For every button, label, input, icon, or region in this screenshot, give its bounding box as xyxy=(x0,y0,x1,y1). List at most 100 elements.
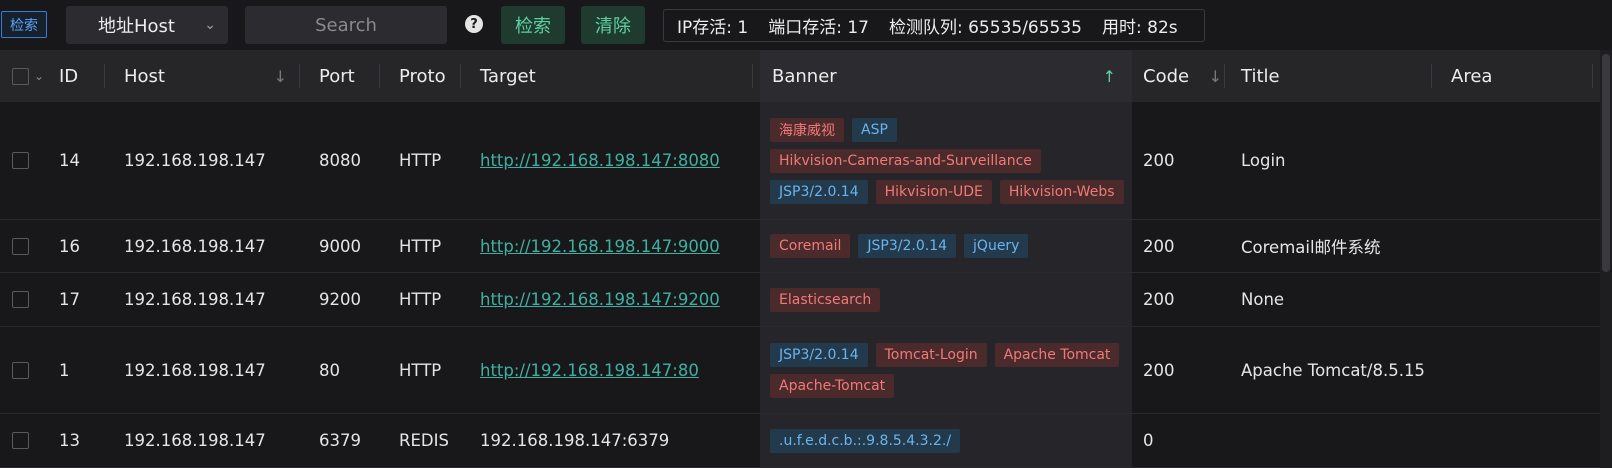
results-table: ⌄ ID Host ↓ Port Proto Target Banner ↑ C… xyxy=(0,50,1612,468)
column-divider xyxy=(752,64,753,88)
cell-title-text: Apache Tomcat/8.5.15 xyxy=(1241,360,1425,380)
header-id[interactable]: ID xyxy=(59,50,104,102)
cell-id-text: 14 xyxy=(59,151,80,170)
cell-port-text: 9200 xyxy=(319,290,361,309)
cell-code: 200 xyxy=(1143,327,1175,413)
cell-port-text: 8080 xyxy=(319,151,361,170)
search-field-select[interactable]: 地址Host ⌄ xyxy=(66,6,228,44)
cell-port: 9000 xyxy=(319,220,361,272)
header-proto[interactable]: Proto xyxy=(399,50,459,102)
retrieve-tag[interactable]: 检索 xyxy=(1,11,47,38)
row-checkbox[interactable] xyxy=(12,361,29,379)
cell-title: None xyxy=(1241,273,1284,326)
chevron-down-icon[interactable]: ⌄ xyxy=(34,69,44,83)
table-header: ⌄ ID Host ↓ Port Proto Target Banner ↑ C… xyxy=(0,50,1600,102)
table-row[interactable]: 13 192.168.198.147 6379 REDIS 192.168.198.14… xyxy=(0,414,1600,468)
chevron-down-icon: ⌄ xyxy=(204,17,216,33)
cell-target: http://192.168.198.147:80 xyxy=(480,327,699,413)
cell-target-text[interactable]: http://192.168.198.147:80 xyxy=(480,361,699,380)
row-checkbox[interactable] xyxy=(12,291,29,308)
banner-tag: Coremail xyxy=(770,234,851,258)
banner-tag: Hikvision-Webs xyxy=(999,179,1124,204)
banner-tag: ASP xyxy=(852,117,897,142)
table-row[interactable]: 16 192.168.198.147 9000 HTTP http://192.168.… xyxy=(0,220,1600,273)
banner-tag: Tomcat-Login xyxy=(875,342,987,367)
cell-code-text: 200 xyxy=(1143,290,1175,309)
sort-down-icon[interactable]: ↓ xyxy=(1209,67,1222,86)
banner-tag: Apache-Tomcat xyxy=(770,373,895,398)
cell-title: Apache Tomcat/8.5.15 xyxy=(1241,327,1425,413)
cell-title-text: Coremail邮件系统 xyxy=(1241,238,1381,257)
table-row[interactable]: 14 192.168.198.147 8080 HTTP http://192.168.… xyxy=(0,102,1600,220)
cell-code-text: 200 xyxy=(1143,151,1175,170)
table-row[interactable]: 17 192.168.198.147 9200 HTTP http://192.168.… xyxy=(0,273,1600,327)
banner-tag: JSP3/2.0.14 xyxy=(770,342,868,367)
ip-alive-stat: IP存活: 1 xyxy=(677,18,749,38)
port-alive-stat: 端口存活: 17 xyxy=(768,18,869,38)
clear-button[interactable]: 清除 xyxy=(581,6,645,44)
row-checkbox-cell xyxy=(12,273,29,326)
cell-port-text: 9000 xyxy=(319,236,361,256)
elapsed-stat: 用时: 82s xyxy=(1102,18,1178,38)
cell-host: 192.168.198.147 xyxy=(124,220,266,272)
select-all-checkbox[interactable] xyxy=(12,67,29,85)
cell-code-text: 200 xyxy=(1143,360,1175,380)
cell-banner: .u.f.e.d.c.b.:.9.8.5.4.3.2./ xyxy=(770,414,1126,467)
cell-title-text: Login xyxy=(1241,151,1286,170)
cell-proto-text: HTTP xyxy=(399,290,442,309)
cell-target-text[interactable]: http://192.168.198.147:9000 xyxy=(480,237,720,256)
queue-stat: 检测队列: 65535/65535 xyxy=(888,18,1083,38)
row-checkbox-cell xyxy=(12,102,29,219)
banner-tag: Hikvision-UDE xyxy=(875,179,992,204)
cell-proto: REDIS xyxy=(399,414,449,467)
cell-target: 192.168.198.147:6379 xyxy=(480,414,669,467)
cell-host-text: 192.168.198.147 xyxy=(124,151,266,170)
cell-id: 13 xyxy=(59,414,80,467)
header-target[interactable]: Target xyxy=(480,50,750,102)
header-banner[interactable]: Banner ↑ xyxy=(772,50,1128,102)
search-input[interactable] xyxy=(245,6,447,44)
header-title[interactable]: Title xyxy=(1241,50,1431,102)
cell-proto: HTTP xyxy=(399,102,441,219)
cell-proto: HTTP xyxy=(399,273,441,326)
cell-proto-text: REDIS xyxy=(399,431,449,450)
cell-target: http://192.168.198.147:9000 xyxy=(480,220,720,272)
cell-id-text: 1 xyxy=(59,360,70,380)
cell-code: 0 xyxy=(1143,414,1154,467)
cell-code: 200 xyxy=(1143,273,1175,326)
cell-title: Coremail邮件系统 xyxy=(1241,220,1381,272)
cell-id: 16 xyxy=(59,220,80,272)
column-divider xyxy=(1431,64,1432,88)
select-all-cell: ⌄ xyxy=(12,50,52,102)
column-divider xyxy=(299,64,300,88)
sort-up-icon[interactable]: ↑ xyxy=(1103,67,1116,86)
row-checkbox[interactable] xyxy=(12,152,29,169)
banner-tag: Hikvision-Cameras-and-Surveillance xyxy=(770,148,1041,173)
sort-down-icon[interactable]: ↓ xyxy=(274,67,287,86)
search-button[interactable]: 检索 xyxy=(501,6,565,44)
cell-id: 1 xyxy=(59,327,70,413)
header-port[interactable]: Port xyxy=(319,50,379,102)
toolbar: 检索 地址Host ⌄ ? 检索 清除 IP存活: 1 端口存活: 17 检测队… xyxy=(0,0,1612,50)
help-icon[interactable]: ? xyxy=(465,15,483,33)
table-row[interactable]: 1 192.168.198.147 80 HTTP http://192.168.198… xyxy=(0,327,1600,414)
scrollbar-thumb[interactable] xyxy=(1602,54,1610,272)
cell-target-text[interactable]: http://192.168.198.147:9200 xyxy=(480,290,720,309)
cell-banner: Coremail JSP3/2.0.14 jQuery xyxy=(770,220,1126,272)
cell-port-text: 80 xyxy=(319,360,340,380)
cell-code-text: 200 xyxy=(1143,236,1175,256)
select-value: 地址Host xyxy=(98,16,175,37)
cell-code: 200 xyxy=(1143,220,1175,272)
cell-banner: 海康威视 ASP Hikvision-Cameras-and-Surveillanc… xyxy=(770,102,1126,219)
cell-banner: JSP3/2.0.14 Tomcat-Login Apache Tomcat Apac… xyxy=(770,327,1126,413)
cell-host: 192.168.198.147 xyxy=(124,273,266,326)
cell-target-text[interactable]: http://192.168.198.147:8080 xyxy=(480,151,720,170)
header-host[interactable]: Host ↓ xyxy=(124,50,299,102)
header-code[interactable]: Code ↓ xyxy=(1143,50,1224,102)
row-checkbox[interactable] xyxy=(12,432,29,449)
column-divider xyxy=(1224,64,1225,88)
cell-title-text: None xyxy=(1241,290,1285,309)
header-area[interactable]: Area xyxy=(1451,50,1591,102)
row-checkbox[interactable] xyxy=(12,237,29,255)
cell-port: 6379 xyxy=(319,414,361,467)
